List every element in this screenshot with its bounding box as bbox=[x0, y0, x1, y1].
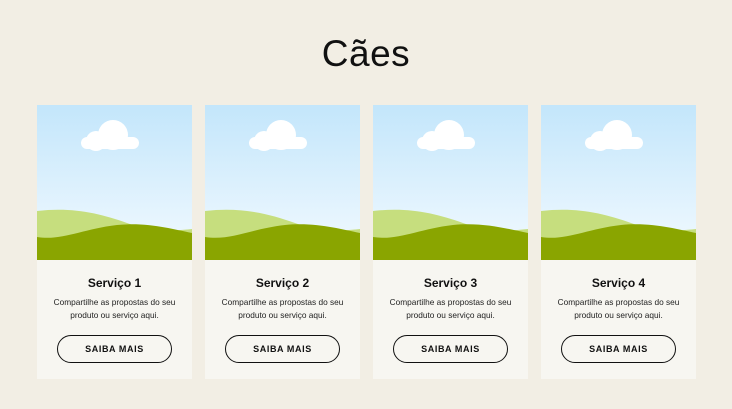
card-title: Serviço 4 bbox=[591, 276, 646, 290]
card-description: Compartilhe as propostas do seu produto … bbox=[221, 297, 344, 320]
service-card: Serviço 1 Compartilhe as propostas do se… bbox=[37, 105, 192, 379]
card-title: Serviço 3 bbox=[423, 276, 478, 290]
saiba-mais-button[interactable]: SAIBA MAIS bbox=[57, 335, 172, 363]
landscape-placeholder-icon bbox=[373, 105, 528, 260]
landscape-placeholder-icon bbox=[37, 105, 192, 260]
card-description: Compartilhe as propostas do seu produto … bbox=[557, 297, 680, 320]
saiba-mais-button[interactable]: SAIBA MAIS bbox=[225, 335, 340, 363]
service-cards: Serviço 1 Compartilhe as propostas do se… bbox=[37, 105, 696, 379]
service-card: Serviço 4 Compartilhe as propostas do se… bbox=[541, 105, 696, 379]
service-card: Serviço 3 Compartilhe as propostas do se… bbox=[373, 105, 528, 379]
page-title: Cães bbox=[321, 33, 411, 74]
card-description: Compartilhe as propostas do seu produto … bbox=[53, 297, 176, 320]
service-card: Serviço 2 Compartilhe as propostas do se… bbox=[205, 105, 360, 379]
card-title: Serviço 2 bbox=[255, 276, 310, 290]
saiba-mais-button[interactable]: SAIBA MAIS bbox=[561, 335, 676, 363]
card-description: Compartilhe as propostas do seu produto … bbox=[389, 297, 512, 320]
saiba-mais-button[interactable]: SAIBA MAIS bbox=[393, 335, 508, 363]
card-title: Serviço 1 bbox=[87, 276, 142, 290]
landscape-placeholder-icon bbox=[541, 105, 696, 260]
landscape-placeholder-icon bbox=[205, 105, 360, 260]
